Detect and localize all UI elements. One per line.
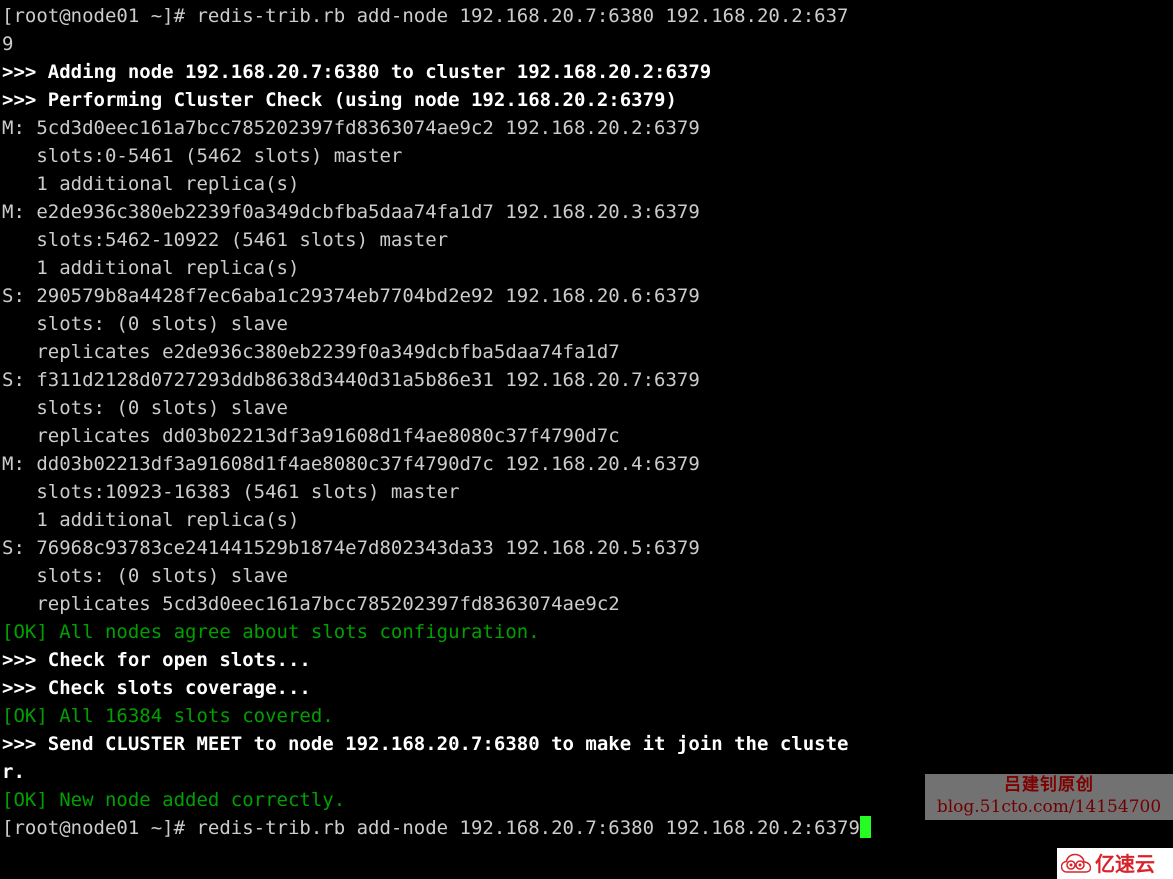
watermark-url: blog.51cto.com/14154700 [936, 797, 1162, 817]
terminal-line: [root@node01 ~]# redis-trib.rb add-node … [2, 814, 871, 842]
site-logo-text: 亿速云 [1095, 851, 1155, 876]
terminal-line: [OK] All 16384 slots covered. [2, 705, 334, 727]
terminal-line-text: [root@node01 ~]# redis-trib.rb add-node … [2, 817, 860, 839]
terminal-line: replicates 5cd3d0eec161a7bcc785202397fd8… [2, 593, 620, 615]
terminal-output[interactable]: [root@node01 ~]# redis-trib.rb add-node … [0, 0, 871, 842]
terminal-line: M: e2de936c380eb2239f0a349dcbfba5daa74fa… [2, 201, 700, 223]
terminal-line: >>> Performing Cluster Check (using node… [2, 89, 677, 111]
terminal-line: replicates e2de936c380eb2239f0a349dcbfba… [2, 341, 620, 363]
watermark-overlay: 吕建钊原创 blog.51cto.com/14154700 [925, 774, 1173, 820]
terminal-line: M: 5cd3d0eec161a7bcc785202397fd8363074ae… [2, 117, 700, 139]
block-cursor [859, 816, 871, 838]
terminal-line: >>> Send CLUSTER MEET to node 192.168.20… [2, 733, 849, 755]
terminal-line: 1 additional replica(s) [2, 257, 300, 279]
site-logo: 亿速云 [1057, 848, 1173, 879]
cloud-spiral-icon [1060, 853, 1092, 875]
terminal-line: >>> Adding node 192.168.20.7:6380 to clu… [2, 61, 712, 83]
terminal-line: slots:5462-10922 (5461 slots) master [2, 229, 449, 251]
terminal-line: [OK] New node added correctly. [2, 789, 346, 811]
terminal-line: replicates dd03b02213df3a91608d1f4ae8080… [2, 425, 620, 447]
terminal-line: S: f311d2128d0727293ddb8638d3440d31a5b86… [2, 369, 700, 391]
terminal-line: 1 additional replica(s) [2, 173, 300, 195]
terminal-line: [OK] All nodes agree about slots configu… [2, 621, 540, 643]
terminal-line: slots: (0 slots) slave [2, 565, 288, 587]
terminal-line: S: 76968c93783ce241441529b1874e7d802343d… [2, 537, 700, 559]
terminal-line: >>> Check for open slots... [2, 649, 311, 671]
terminal-line: slots: (0 slots) slave [2, 313, 288, 335]
terminal-line: slots:0-5461 (5462 slots) master [2, 145, 403, 167]
terminal-line: 1 additional replica(s) [2, 509, 300, 531]
terminal-line: r. [2, 761, 25, 783]
watermark-author: 吕建钊原创 [1004, 775, 1094, 795]
terminal-line: slots: (0 slots) slave [2, 397, 288, 419]
terminal-line: S: 290579b8a4428f7ec6aba1c29374eb7704bd2… [2, 285, 700, 307]
terminal-line: >>> Check slots coverage... [2, 677, 311, 699]
terminal-line: [root@node01 ~]# redis-trib.rb add-node … [2, 5, 849, 27]
terminal-line: M: dd03b02213df3a91608d1f4ae8080c37f4790… [2, 453, 700, 475]
terminal-line: slots:10923-16383 (5461 slots) master [2, 481, 460, 503]
terminal-window[interactable]: [root@node01 ~]# redis-trib.rb add-node … [0, 0, 1173, 879]
terminal-line: 9 [2, 33, 14, 55]
